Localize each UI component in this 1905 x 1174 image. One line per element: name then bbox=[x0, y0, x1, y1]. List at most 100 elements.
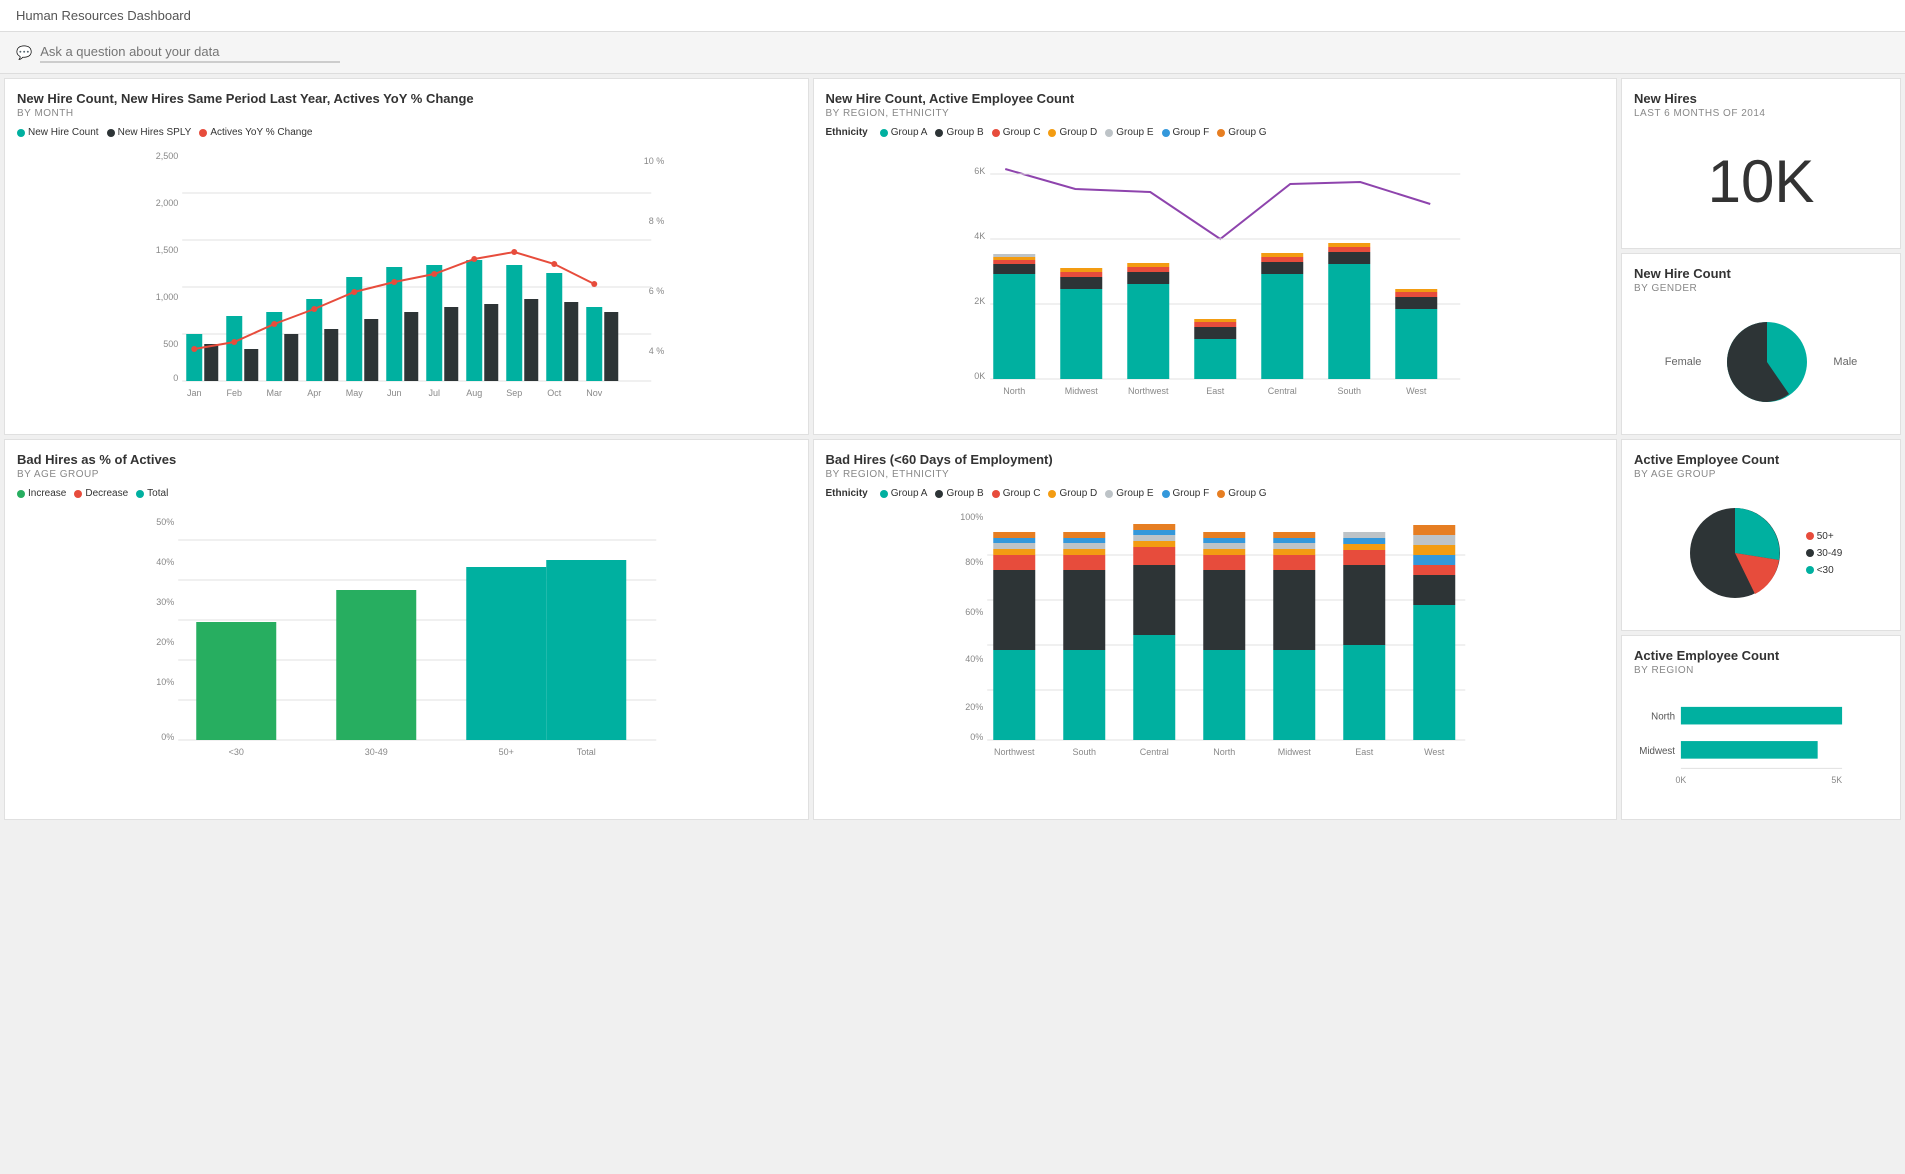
chart1-legend: New Hire Count New Hires SPLY Actives Yo… bbox=[17, 127, 796, 138]
svg-text:North: North bbox=[1003, 386, 1025, 396]
card-active-age: Active Employee Count BY AGE GROUP 50+ 3… bbox=[1621, 439, 1901, 631]
svg-text:Northwest: Northwest bbox=[993, 747, 1034, 757]
legend2-group-f: Group F bbox=[1162, 488, 1210, 499]
svg-text:East: East bbox=[1355, 747, 1374, 757]
svg-text:30-49: 30-49 bbox=[365, 747, 388, 757]
chart2-legend: Ethnicity Group A Group B Group C Group … bbox=[826, 127, 1605, 138]
chart6-legend: Ethnicity Group A Group B Group C Group … bbox=[826, 488, 1605, 499]
legend2-group-b: Group B bbox=[935, 488, 983, 499]
chart4-title: New Hire Count bbox=[1634, 266, 1888, 281]
chart5-title: Bad Hires as % of Actives bbox=[17, 452, 796, 467]
svg-text:North: North bbox=[1651, 712, 1675, 723]
svg-text:1,000: 1,000 bbox=[156, 292, 179, 302]
qa-input[interactable] bbox=[40, 42, 340, 63]
chart1-subtitle: BY MONTH bbox=[17, 108, 796, 119]
app-header: Human Resources Dashboard bbox=[0, 0, 1905, 32]
app-title: Human Resources Dashboard bbox=[16, 8, 191, 23]
chart3-title: New Hires bbox=[1634, 91, 1888, 106]
svg-text:4K: 4K bbox=[974, 231, 985, 241]
svg-text:Midwest: Midwest bbox=[1064, 386, 1098, 396]
svg-text:6K: 6K bbox=[974, 166, 985, 176]
legend-increase: Increase bbox=[17, 488, 66, 499]
svg-text:South: South bbox=[1072, 747, 1096, 757]
svg-text:Mar: Mar bbox=[267, 388, 283, 398]
svg-text:North: North bbox=[1213, 747, 1235, 757]
svg-text:80%: 80% bbox=[965, 557, 983, 567]
svg-text:20%: 20% bbox=[965, 702, 983, 712]
legend-group-g: Group G bbox=[1217, 127, 1266, 138]
svg-text:100%: 100% bbox=[960, 512, 983, 522]
svg-text:Jul: Jul bbox=[428, 388, 440, 398]
svg-text:8 %: 8 % bbox=[649, 216, 665, 226]
chart-new-hire-region: New Hire Count, Active Employee Count BY… bbox=[813, 78, 1618, 435]
chart8-area: North Midwest 0K 5K bbox=[1634, 684, 1888, 807]
svg-text:20%: 20% bbox=[156, 637, 174, 647]
legend2-group-a: Group A bbox=[880, 488, 928, 499]
card-new-hire-gender: New Hire Count BY GENDER Female Male bbox=[1621, 253, 1901, 435]
svg-text:50%: 50% bbox=[156, 517, 174, 527]
svg-text:10 %: 10 % bbox=[644, 156, 665, 166]
svg-text:Oct: Oct bbox=[547, 388, 562, 398]
chart7-subtitle: BY AGE GROUP bbox=[1634, 469, 1888, 480]
svg-text:Aug: Aug bbox=[466, 388, 482, 398]
legend-group-e: Group E bbox=[1105, 127, 1153, 138]
svg-text:40%: 40% bbox=[156, 557, 174, 567]
legend-group-d: Group D bbox=[1048, 127, 1097, 138]
right-panel: New Hires LAST 6 MONTHS OF 2014 10K New … bbox=[1621, 78, 1901, 435]
chart4-subtitle: BY GENDER bbox=[1634, 283, 1888, 294]
chart-bad-hires-region: Bad Hires (<60 Days of Employment) BY RE… bbox=[813, 439, 1618, 820]
card-active-region: Active Employee Count BY REGION North Mi… bbox=[1621, 635, 1901, 820]
legend2-group-d: Group D bbox=[1048, 488, 1097, 499]
chart8-subtitle: BY REGION bbox=[1634, 665, 1888, 676]
svg-text:4 %: 4 % bbox=[649, 346, 665, 356]
svg-text:East: East bbox=[1206, 386, 1225, 396]
chart5-area: 50% 40% 30% 20% 10% 0% bbox=[17, 505, 796, 768]
svg-text:Feb: Feb bbox=[226, 388, 242, 398]
svg-text:Central: Central bbox=[1139, 747, 1168, 757]
legend-group-a: Group A bbox=[880, 127, 928, 138]
chart6-subtitle: BY REGION, ETHNICITY bbox=[826, 469, 1605, 480]
svg-text:0K: 0K bbox=[974, 371, 985, 381]
metric-value: 10K bbox=[1634, 127, 1888, 236]
svg-text:60%: 60% bbox=[965, 607, 983, 617]
svg-text:South: South bbox=[1337, 386, 1361, 396]
svg-text:2,000: 2,000 bbox=[156, 198, 179, 208]
svg-text:2,500: 2,500 bbox=[156, 151, 179, 161]
svg-text:Midwest: Midwest bbox=[1277, 747, 1311, 757]
svg-text:0K: 0K bbox=[1676, 775, 1687, 785]
svg-text:5K: 5K bbox=[1831, 775, 1842, 785]
chart2-title: New Hire Count, Active Employee Count bbox=[826, 91, 1605, 106]
qa-icon: 💬 bbox=[16, 45, 32, 61]
svg-text:30%: 30% bbox=[156, 597, 174, 607]
svg-text:0%: 0% bbox=[161, 732, 174, 742]
svg-text:Apr: Apr bbox=[307, 388, 321, 398]
legend2-group-g: Group G bbox=[1217, 488, 1266, 499]
chart7-title: Active Employee Count bbox=[1634, 452, 1888, 467]
pie-gender: Female Male bbox=[1634, 302, 1888, 422]
chart3-subtitle: LAST 6 MONTHS OF 2014 bbox=[1634, 108, 1888, 119]
svg-text:Midwest: Midwest bbox=[1639, 746, 1675, 757]
svg-text:40%: 40% bbox=[965, 654, 983, 664]
svg-text:Total: Total bbox=[577, 747, 596, 757]
chart2-subtitle: BY REGION, ETHNICITY bbox=[826, 108, 1605, 119]
chart6-area: 100% 80% 60% 40% 20% 0% bbox=[826, 505, 1605, 768]
legend2-group-c: Group C bbox=[992, 488, 1041, 499]
legend-new-hire-sply: New Hires SPLY bbox=[107, 127, 192, 138]
svg-text:0: 0 bbox=[173, 373, 178, 383]
chart6-title: Bad Hires (<60 Days of Employment) bbox=[826, 452, 1605, 467]
legend-total: Total bbox=[136, 488, 168, 499]
svg-text:10%: 10% bbox=[156, 677, 174, 687]
legend-group-b: Group B bbox=[935, 127, 983, 138]
chart1-title: New Hire Count, New Hires Same Period La… bbox=[17, 91, 796, 106]
svg-text:West: West bbox=[1406, 386, 1427, 396]
svg-text:1,500: 1,500 bbox=[156, 245, 179, 255]
pie-age: 50+ 30-49 <30 bbox=[1634, 488, 1888, 618]
svg-text:Jun: Jun bbox=[387, 388, 402, 398]
card-new-hires-metric: New Hires LAST 6 MONTHS OF 2014 10K bbox=[1621, 78, 1901, 249]
svg-text:Nov: Nov bbox=[586, 388, 603, 398]
svg-text:West: West bbox=[1424, 747, 1445, 757]
svg-text:Jan: Jan bbox=[187, 388, 202, 398]
svg-text:Sep: Sep bbox=[506, 388, 522, 398]
legend-group-c: Group C bbox=[992, 127, 1041, 138]
chart5-subtitle: BY AGE GROUP bbox=[17, 469, 796, 480]
